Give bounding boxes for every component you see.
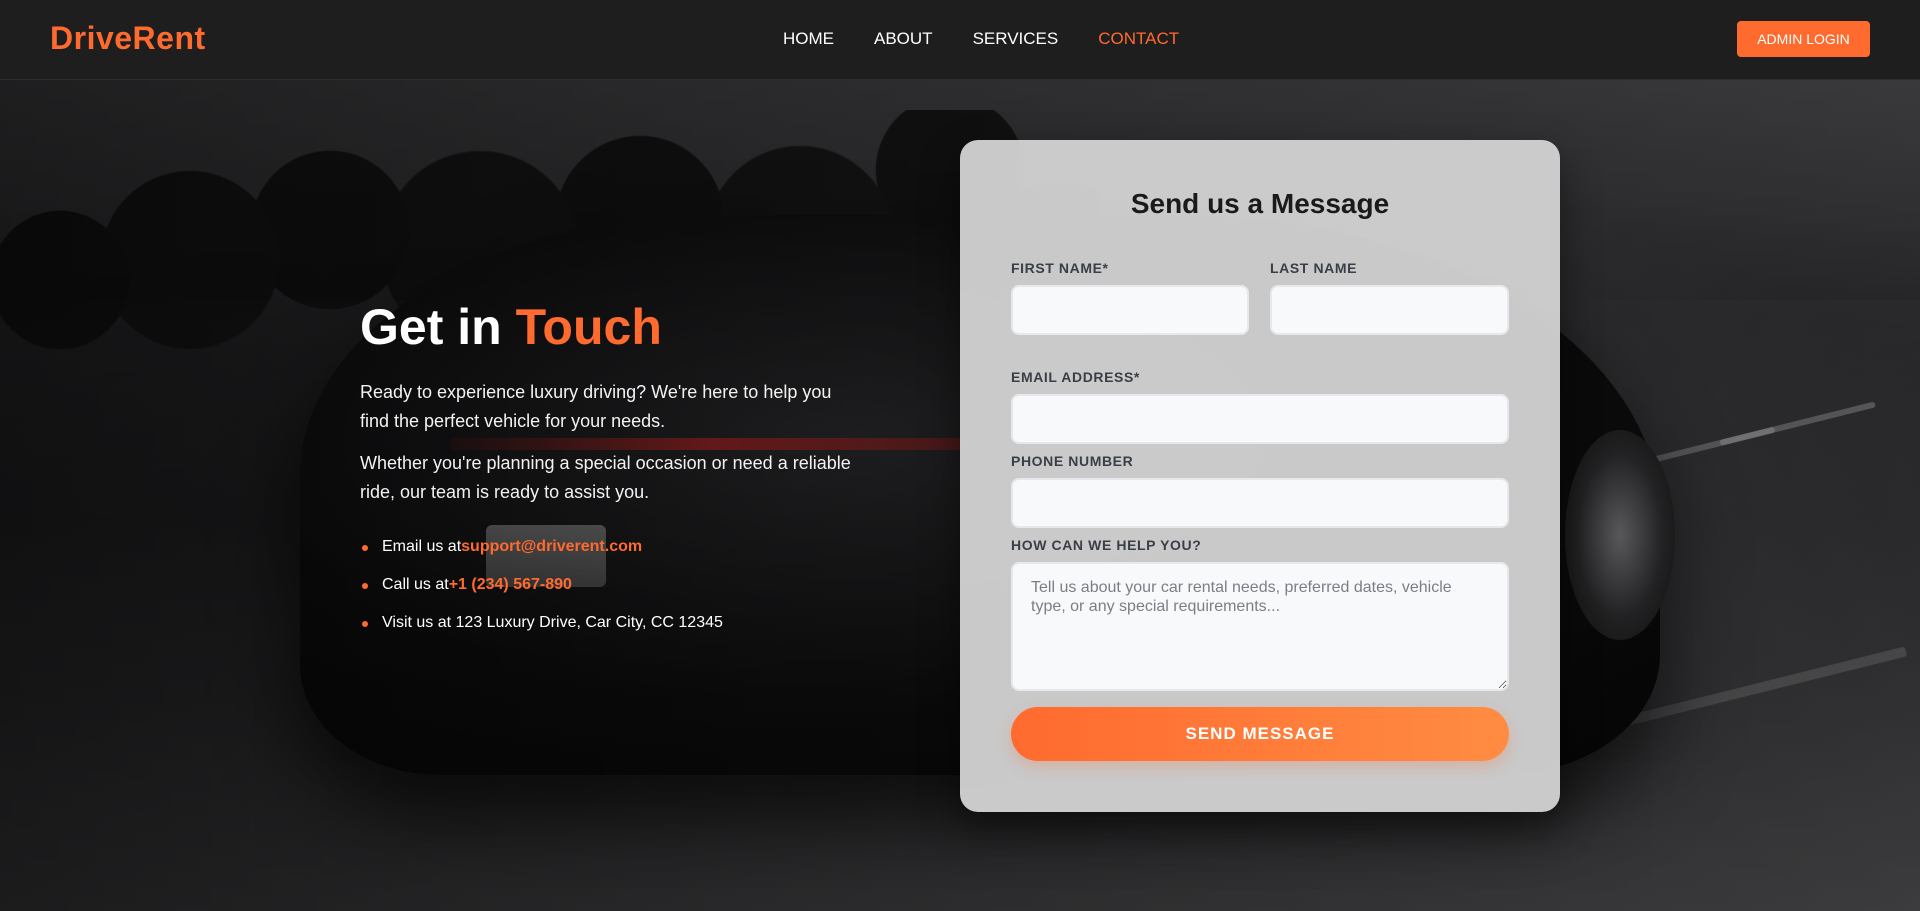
message-textarea[interactable] [1011, 562, 1509, 691]
top-navbar: DriveRent HOME ABOUT SERVICES CONTACT AD… [0, 0, 1920, 80]
phone-label: PHONE NUMBER [1011, 453, 1134, 469]
contact-phone-prefix: Call us at [382, 576, 449, 593]
nav-link-about[interactable]: ABOUT [874, 29, 933, 49]
title-prefix: Get in [360, 299, 502, 355]
page-title: Get in Touch [360, 296, 860, 358]
contact-phone-item: Call us at+1 (234) 567-890 [360, 575, 860, 595]
send-message-button[interactable]: SEND MESSAGE [1011, 707, 1509, 761]
email-input[interactable] [1011, 394, 1509, 444]
intro-paragraph: Whether you're planning a special occasi… [360, 453, 851, 502]
admin-login-button[interactable]: ADMIN LOGIN [1737, 21, 1870, 57]
last-name-input[interactable] [1270, 285, 1509, 335]
last-name-label: LAST NAME [1270, 260, 1358, 276]
phone-input[interactable] [1011, 478, 1509, 528]
email-label: EMAIL ADDRESS* [1011, 369, 1140, 385]
contact-form-card: Send us a Message FIRST NAME* LAST NAME … [960, 140, 1560, 812]
bullet-icon [362, 621, 368, 627]
bullet-icon [362, 545, 368, 551]
contact-address-item: Visit us at 123 Luxury Drive, Car City, … [360, 613, 860, 633]
nav-link-services[interactable]: SERVICES [973, 29, 1059, 49]
message-label: HOW CAN WE HELP YOU? [1011, 537, 1202, 553]
first-name-input[interactable] [1011, 285, 1249, 335]
nav-link-home[interactable]: HOME [783, 29, 834, 49]
title-accent: Touch [515, 299, 662, 355]
main-nav: HOME ABOUT SERVICES CONTACT [783, 29, 1219, 49]
contact-address-text: Visit us at 123 Luxury Drive, Car City, … [382, 614, 723, 631]
contact-phone-link[interactable]: +1 (234) 567-890 [449, 576, 572, 593]
contact-email-item: Email us atsupport@driverent.com [360, 537, 860, 557]
nav-link-contact[interactable]: CONTACT [1098, 29, 1179, 49]
form-title: Send us a Message [1130, 188, 1390, 219]
contact-details-list: Email us atsupport@driverent.com Call us… [360, 537, 860, 633]
bullet-icon [362, 583, 368, 589]
intro-paragraph: Ready to experience luxury driving? We'r… [360, 382, 832, 431]
first-name-label: FIRST NAME* [1011, 260, 1109, 276]
contact-email-link[interactable]: support@driverent.com [461, 538, 642, 555]
contact-email-prefix: Email us at [382, 538, 462, 555]
brand-logo[interactable]: DriveRent [50, 20, 206, 57]
contact-intro: Get in Touch Ready to experience luxury … [360, 296, 860, 651]
